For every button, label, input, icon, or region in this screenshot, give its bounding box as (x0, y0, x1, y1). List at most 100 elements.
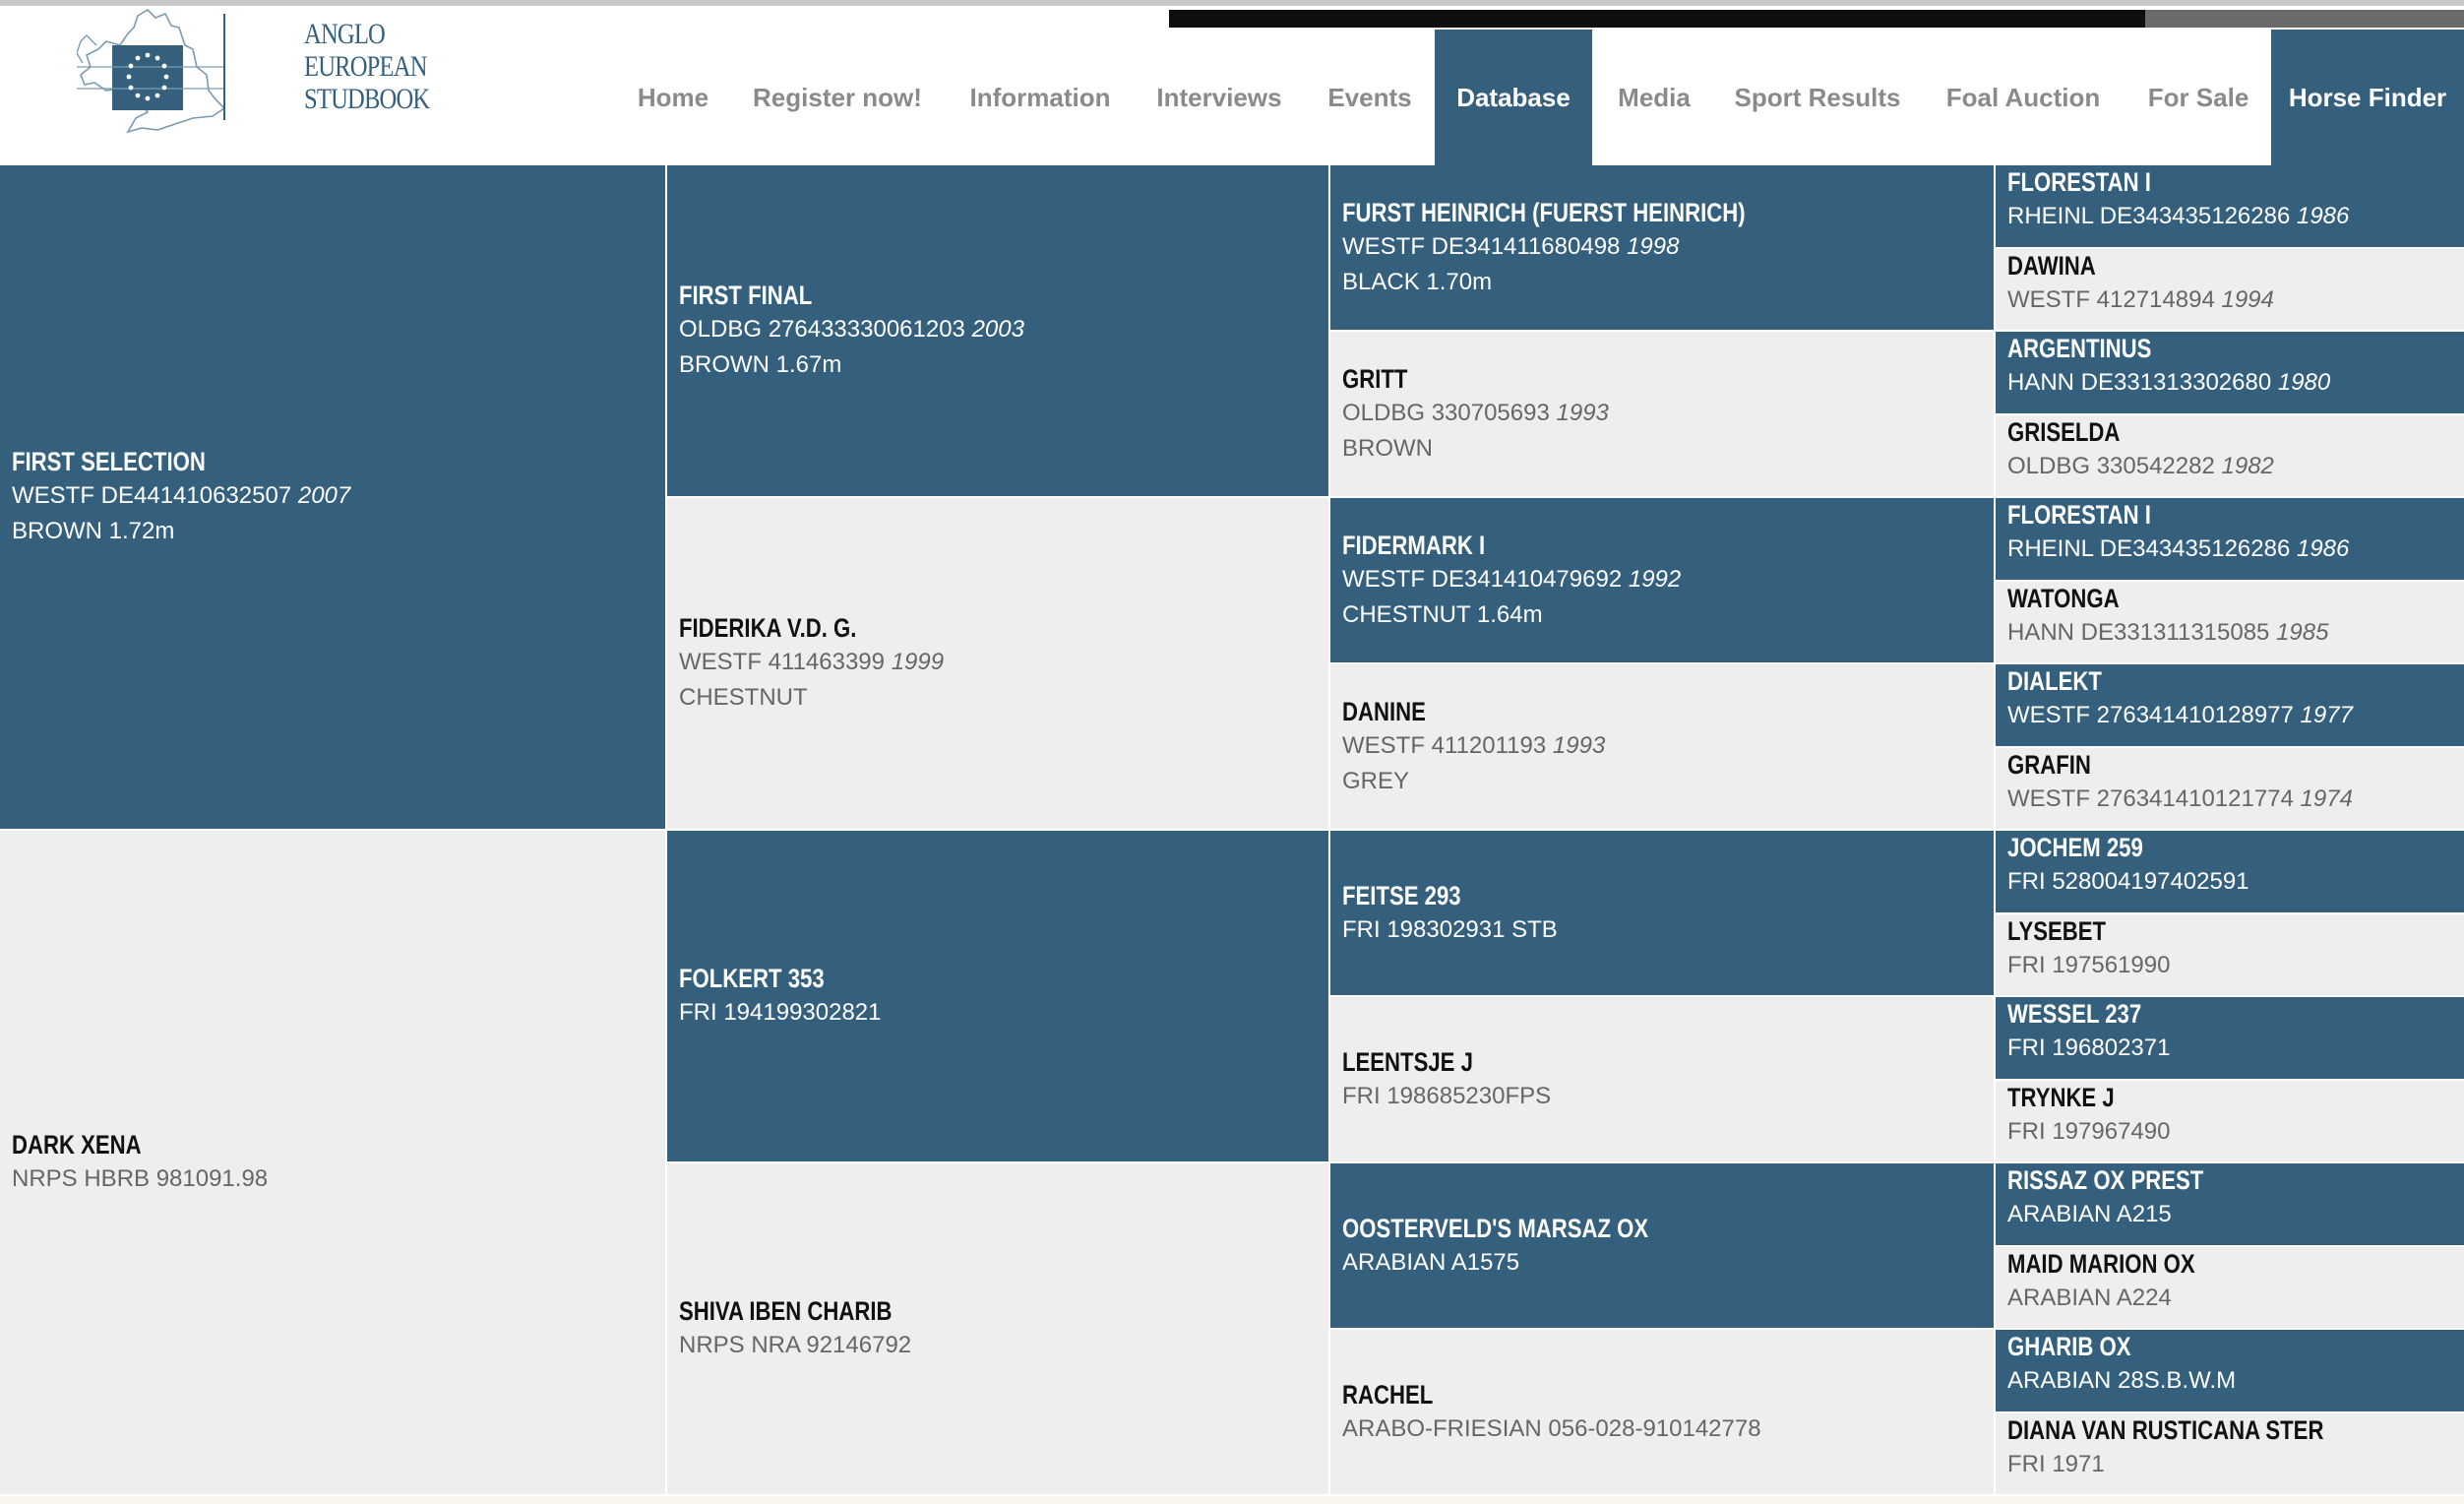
horse-name[interactable]: JOCHEM 259 (2007, 831, 2381, 864)
pedigree-cell-gen4[interactable]: MAID MARION OX ARABIAN A224 (1996, 1247, 2464, 1328)
pedigree-cell-gen4[interactable]: WATONGA HANN DE331311315085 1985 (1996, 582, 2464, 662)
nav-database[interactable]: Database (1435, 30, 1592, 165)
pedigree-cell-gen2[interactable]: FOLKERT 353 FRI 194199302821 (667, 831, 1328, 1161)
horse-name[interactable]: GRAFIN (2007, 748, 2381, 782)
horse-name[interactable]: FEITSE 293 (1342, 879, 1877, 912)
pedigree-cell-gen4[interactable]: GHARIB OX ARABIAN 28S.B.W.M (1996, 1330, 2464, 1411)
horse-name[interactable]: DARK XENA (12, 1128, 547, 1161)
pedigree-cell-gen3[interactable]: RACHEL ARABO-FRIESIAN 056-028-910142778 (1330, 1330, 1994, 1494)
pedigree-cell-gen2[interactable]: FIDERIKA V.D. G. WESTF 411463399 1999 CHES… (667, 498, 1328, 829)
pedigree-cell-gen4[interactable]: LYSEBET FRI 197561990 (1996, 914, 2464, 995)
nav-events[interactable]: Events (1313, 30, 1427, 165)
pedigree-cell-gen2[interactable]: SHIVA IBEN CHARIB NRPS NRA 92146792 (667, 1163, 1328, 1494)
horse-colour-height: CHESTNUT (679, 684, 808, 711)
pedigree-cell-gen3[interactable]: FURST HEINRICH (FUERST HEINRICH) WESTF DE… (1330, 165, 1994, 330)
pedigree-cell-gen3[interactable]: LEENTSJE J FRI 198685230FPS (1330, 997, 1994, 1161)
horse-name[interactable]: DANINE (1342, 695, 1877, 728)
horse-name[interactable]: ARGENTINUS (2007, 332, 2381, 365)
pedigree-cell-gen3[interactable]: OOSTERVELD'S MARSAZ OX ARABIAN A1575 (1330, 1163, 1994, 1328)
pedigree-cell-gen1[interactable]: FIRST SELECTION WESTF DE441410632507 2007… (0, 165, 665, 829)
horse-registration: NRPS NRA 92146792 (679, 1328, 1328, 1363)
registration-number: FRI 196802371 (2007, 1034, 2171, 1061)
birth-year: 1986 (2296, 203, 2350, 229)
pedigree-cell-gen4[interactable]: DIANA VAN RUSTICANA STER FRI 1971 (1996, 1413, 2464, 1494)
registration-number: OLDBG 330705693 (1342, 399, 1550, 426)
horse-name[interactable]: FOLKERT 353 (679, 962, 1211, 995)
horse-name[interactable]: TRYNKE J (2007, 1081, 2381, 1114)
pedigree-cell-gen4[interactable]: FLORESTAN I RHEINL DE343435126286 1986 (1996, 498, 2464, 580)
pedigree-cell-gen4[interactable]: WESSEL 237 FRI 196802371 (1996, 997, 2464, 1079)
horse-name[interactable]: LYSEBET (2007, 914, 2381, 948)
pedigree-cell-gen3[interactable]: FEITSE 293 FRI 198302931 STB (1330, 831, 1994, 995)
horse-name[interactable]: DAWINA (2007, 249, 2381, 282)
horse-registration: OLDBG 276433330061203 2003 (679, 312, 1328, 347)
nav-for-sale[interactable]: For Sale (2131, 30, 2265, 165)
pedigree-cell-gen3[interactable]: DANINE WESTF 411201193 1993 GREY (1330, 664, 1994, 829)
horse-name[interactable]: SHIVA IBEN CHARIB (679, 1294, 1211, 1328)
studbook-logo[interactable]: ANGLO EUROPEAN STUDBOOK (77, 6, 430, 140)
horse-registration: WESTF DE341410479692 1992 (1342, 562, 1994, 597)
nav-home[interactable]: Home (626, 30, 720, 165)
registration-number: FRI 194199302821 (679, 999, 882, 1026)
horse-name[interactable]: RACHEL (1342, 1378, 1877, 1411)
horse-name[interactable]: LEENTSJE J (1342, 1045, 1877, 1079)
pedigree-cell-gen4[interactable]: FLORESTAN I RHEINL DE343435126286 1986 (1996, 165, 2464, 247)
registration-number: OLDBG 276433330061203 (679, 316, 965, 343)
pedigree-cell-gen4[interactable]: GRAFIN WESTF 276341410121774 1974 (1996, 748, 2464, 829)
logo-line-anglo: ANGLO (304, 18, 386, 50)
registration-number: HANN DE331311315085 (2007, 619, 2270, 646)
pedigree-cell-gen4[interactable]: DAWINA WESTF 412714894 1994 (1996, 249, 2464, 330)
pedigree-cell-gen4[interactable]: GRISELDA OLDBG 330542282 1982 (1996, 415, 2464, 496)
nav-foal-auction[interactable]: Foal Auction (1933, 30, 2114, 165)
pedigree-cell-gen3[interactable]: FIDERMARK I WESTF DE341410479692 1992 CHES… (1330, 498, 1994, 662)
horse-name[interactable]: WESSEL 237 (2007, 997, 2381, 1031)
registration-number: ARABIAN 28S.B.W.M (2007, 1367, 2237, 1394)
horse-name[interactable]: FIRST FINAL (679, 279, 1211, 312)
horse-colour-height: BROWN 1.72m (12, 518, 175, 544)
pedigree-cell-gen4[interactable]: JOCHEM 259 FRI 528004197402591 (1996, 831, 2464, 912)
birth-year: 1980 (2277, 369, 2331, 396)
nav-sport-results[interactable]: Sport Results (1724, 30, 1911, 165)
birth-year: 1985 (2276, 619, 2329, 646)
horse-name[interactable]: FIDERMARK I (1342, 529, 1877, 562)
horse-name[interactable]: RISSAZ OX PREST (2007, 1163, 2381, 1197)
horse-registration: HANN DE331311315085 1985 (2007, 615, 2464, 651)
horse-name[interactable]: OOSTERVELD'S MARSAZ OX (1342, 1212, 1877, 1245)
logo-line-european: EUROPEAN (304, 50, 427, 83)
horse-colour-height: BROWN 1.67m (679, 351, 842, 378)
horse-name[interactable]: FLORESTAN I (2007, 498, 2381, 532)
horse-name[interactable]: GHARIB OX (2007, 1330, 2381, 1363)
pedigree-cell-gen1[interactable]: DARK XENA NRPS HBRB 981091.98 (0, 831, 665, 1494)
horse-registration: OLDBG 330705693 1993 (1342, 396, 1994, 431)
pedigree-cell-gen2[interactable]: FIRST FINAL OLDBG 276433330061203 2003 BRO… (667, 165, 1328, 496)
horse-registration: WESTF 276341410128977 1977 (2007, 698, 2464, 733)
horse-name[interactable]: MAID MARION OX (2007, 1247, 2381, 1281)
registration-number: RHEINL DE343435126286 (2007, 203, 2291, 229)
pedigree-cell-gen4[interactable]: RISSAZ OX PREST ARABIAN A215 (1996, 1163, 2464, 1245)
nav-media[interactable]: Media (1600, 30, 1708, 165)
horse-name[interactable]: DIALEKT (2007, 664, 2381, 698)
nav-information[interactable]: Information (955, 30, 1126, 165)
horse-name[interactable]: FURST HEINRICH (FUERST HEINRICH) (1342, 196, 1877, 229)
pedigree-cell-gen4[interactable]: TRYNKE J FRI 197967490 (1996, 1081, 2464, 1161)
top-bar-grey (2145, 10, 2464, 28)
horse-name[interactable]: DIANA VAN RUSTICANA STER (2007, 1413, 2381, 1447)
nav-register-now[interactable]: Register now! (744, 30, 931, 165)
nav-interviews[interactable]: Interviews (1147, 30, 1291, 165)
horse-name[interactable]: FLORESTAN I (2007, 165, 2381, 199)
horse-name[interactable]: WATONGA (2007, 582, 2381, 615)
horse-name[interactable]: GRISELDA (2007, 415, 2381, 449)
pedigree-cell-gen3[interactable]: GRITT OLDBG 330705693 1993 BROWN (1330, 332, 1994, 496)
registration-number: WESTF 276341410121774 (2007, 785, 2294, 812)
horse-registration: ARABIAN A215 (2007, 1197, 2464, 1232)
nav-horse-finder[interactable]: Horse Finder (2271, 30, 2464, 165)
pedigree-cell-gen4[interactable]: ARGENTINUS HANN DE331313302680 1980 (1996, 332, 2464, 413)
birth-year: 1992 (1628, 565, 1682, 593)
birth-year: 2003 (971, 316, 1024, 343)
birth-year: 1982 (2221, 453, 2274, 479)
horse-name[interactable]: FIRST SELECTION (12, 445, 547, 478)
horse-name[interactable]: GRITT (1342, 362, 1877, 396)
pedigree-cell-gen4[interactable]: DIALEKT WESTF 276341410128977 1977 (1996, 664, 2464, 746)
horse-registration: ARABIAN A224 (2007, 1281, 2464, 1316)
horse-name[interactable]: FIDERIKA V.D. G. (679, 611, 1211, 645)
